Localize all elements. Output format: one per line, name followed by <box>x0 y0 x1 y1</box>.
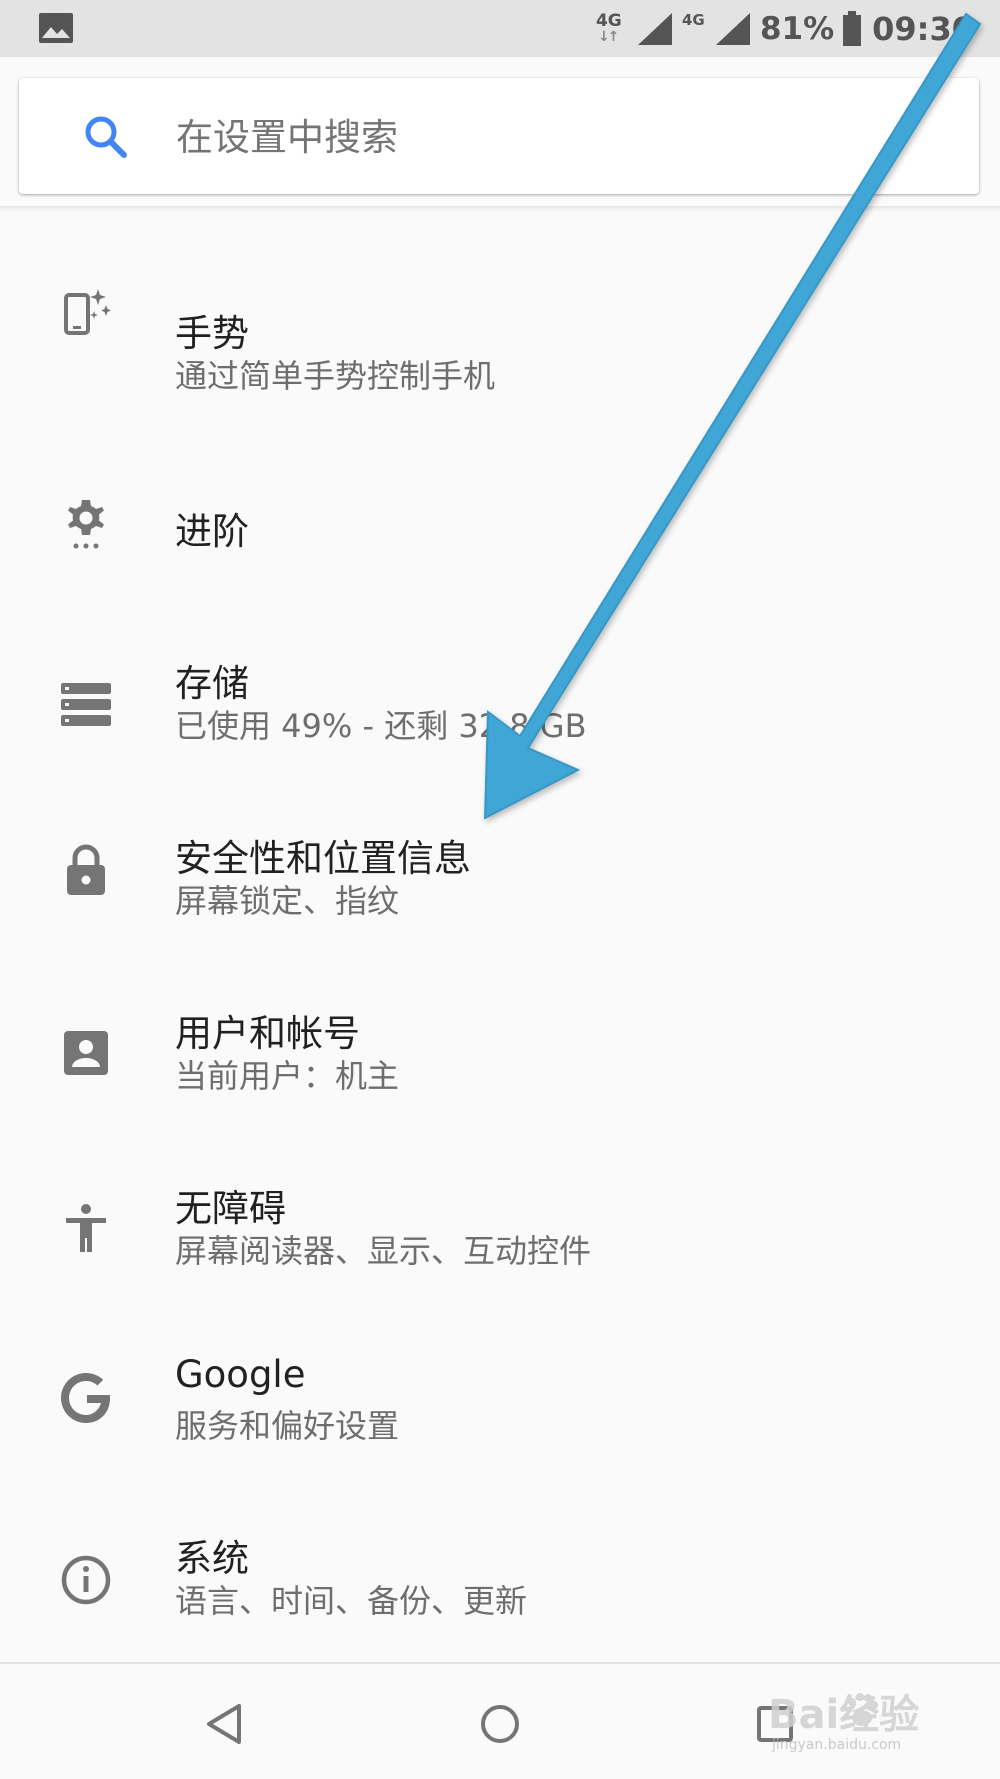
settings-item-title: 存储 <box>175 662 249 705</box>
settings-item-users-accounts[interactable]: 用户和帐号 当前用户：机主 <box>0 955 1000 1105</box>
search-icon[interactable] <box>81 112 131 162</box>
settings-item-title: 手势 <box>175 312 249 355</box>
settings-item-google[interactable]: Google 服务和偏好设置 <box>0 1305 1000 1455</box>
watermark-url: jingyan.baidu.com <box>772 1737 902 1753</box>
settings-item-title: 系统 <box>175 1537 249 1580</box>
settings-item-storage[interactable]: 存储 已使用 49% - 还剩 32.8 GB <box>0 605 1000 755</box>
accessibility-icon <box>66 1204 106 1252</box>
settings-item-subtitle: 语言、时间、备份、更新 <box>175 1582 528 1620</box>
settings-item-system[interactable]: 系统 语言、时间、备份、更新 <box>0 1480 1000 1630</box>
settings-item-gestures[interactable]: 手势 通过简单手势控制手机 <box>0 255 1000 405</box>
gear-icon <box>68 500 104 549</box>
lock-icon <box>67 844 105 895</box>
back-icon[interactable] <box>195 1694 255 1754</box>
settings-item-subtitle: 屏幕阅读器、显示、互动控件 <box>175 1232 592 1270</box>
settings-item-subtitle: 已使用 49% - 还剩 32.8 GB <box>175 707 587 745</box>
settings-item-subtitle: 通过简单手势控制手机 <box>175 357 496 395</box>
settings-item-title: 用户和帐号 <box>175 1012 360 1055</box>
settings-item-title: 无障碍 <box>175 1187 286 1230</box>
search-bar[interactable] <box>19 78 979 194</box>
clock: 09:30 <box>872 10 974 48</box>
storage-icon <box>61 683 111 726</box>
info-icon <box>61 1555 111 1605</box>
search-shadow-divider <box>0 206 1000 212</box>
gesture-phone-icon <box>64 289 111 335</box>
home-icon[interactable] <box>470 1694 530 1754</box>
google-icon <box>61 1373 110 1423</box>
settings-item-title: 安全性和位置信息 <box>175 837 471 880</box>
watermark-brand: Bai经验 <box>768 1692 919 1738</box>
settings-item-security-location[interactable]: 安全性和位置信息 屏幕锁定、指纹 <box>0 780 1000 930</box>
account-box-icon <box>64 1031 108 1075</box>
settings-item-subtitle: 屏幕锁定、指纹 <box>175 882 400 920</box>
settings-item-subtitle: 当前用户：机主 <box>175 1057 400 1095</box>
signal-strength-icon-2 <box>715 13 750 45</box>
search-input[interactable] <box>174 108 938 166</box>
signal-strength-icon <box>637 13 672 45</box>
image-notification-icon <box>39 13 73 43</box>
network-4g-icon: 4G ↓↑ <box>595 11 622 45</box>
settings-item-accessibility[interactable]: 无障碍 屏幕阅读器、显示、互动控件 <box>0 1130 1000 1280</box>
settings-item-subtitle: 服务和偏好设置 <box>175 1407 400 1445</box>
settings-item-title: 进阶 <box>175 510 249 553</box>
baidu-jingyan-watermark: Bai经验 <box>768 1692 919 1738</box>
settings-item-title: Google <box>175 1353 306 1396</box>
battery-percent: 81% <box>759 11 835 47</box>
network-4g-icon-2: 4G <box>681 11 705 29</box>
settings-item-advanced[interactable]: 进阶 <box>0 448 1000 598</box>
status-bar: 4G ↓↑ 4G 81% 09:30 <box>0 0 1000 57</box>
battery-icon <box>843 11 862 46</box>
